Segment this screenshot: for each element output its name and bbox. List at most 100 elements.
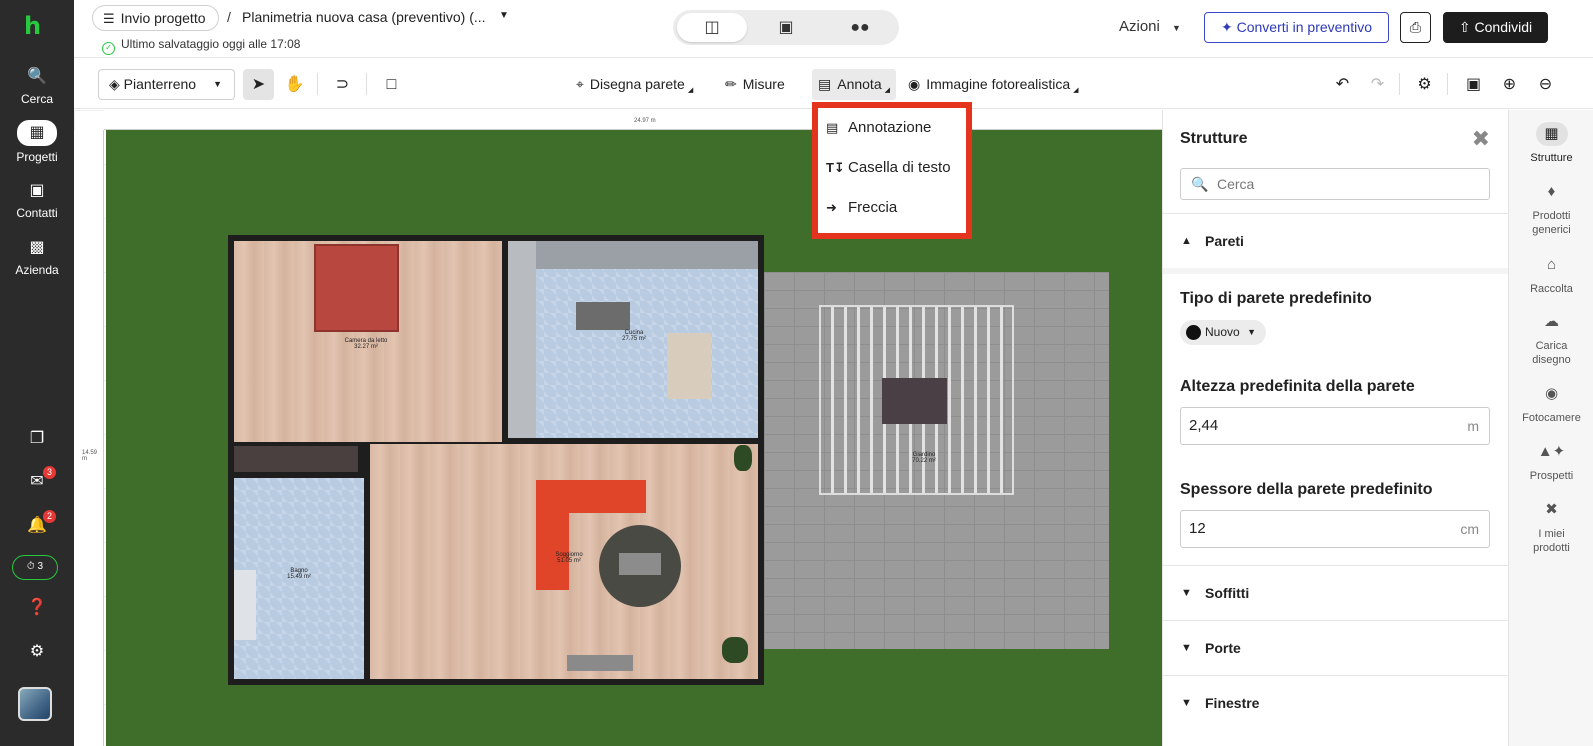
sidebar-item-generic-products[interactable]: ♦ Prodotti generici	[1509, 180, 1593, 237]
comment-icon: □	[386, 76, 397, 93]
user-avatar[interactable]	[18, 687, 52, 721]
project-title[interactable]: Planimetria nuova casa (preventivo) (...	[242, 9, 486, 25]
cube-3d-icon: ▣	[778, 19, 794, 36]
convert-to-quote-button[interactable]: ✦ Converti in preventivo	[1204, 12, 1389, 43]
layers-icon: ◈	[109, 76, 120, 92]
measure-tool[interactable]: ✏ Misure	[719, 69, 791, 100]
select-tool-button[interactable]: ➤	[243, 69, 274, 100]
photo-image-tool[interactable]: ◉ Immagine fotorealistica ◢	[902, 69, 1085, 100]
close-icon[interactable]: ✖	[1472, 126, 1490, 152]
sidebar-item-label: Carica disegno	[1532, 340, 1571, 366]
nav-item-search[interactable]: 🔍 Cerca	[0, 66, 74, 106]
textbox-icon: T↧	[826, 160, 845, 175]
messages-icon[interactable]: ✉ 3	[22, 466, 56, 494]
sidebar-item-upload-drawing[interactable]: ☁ Carica disegno	[1509, 310, 1593, 367]
share-button[interactable]: ⇧ Condividi	[1443, 12, 1548, 43]
notifications-badge: 2	[43, 510, 56, 523]
timer-icon: ⏱	[26, 561, 35, 572]
bathtub[interactable]	[234, 570, 256, 640]
view-3d-button[interactable]: ▣	[751, 13, 821, 42]
wall-type-value: Nuovo	[1205, 325, 1240, 339]
room-area: 27.75 m²	[622, 336, 646, 342]
coffee-table[interactable]	[619, 553, 661, 575]
breadcrumb-separator: /	[227, 9, 231, 25]
section-windows[interactable]: ▼ Finestre	[1163, 675, 1509, 730]
dining-table[interactable]	[667, 333, 711, 399]
sidebar-item-my-products[interactable]: ✖ I miei prodotti	[1509, 498, 1593, 555]
search-input[interactable]: 🔍 Cerca	[1180, 168, 1490, 200]
magnet-snap-button[interactable]: ⊃	[327, 69, 358, 100]
pan-tool-button[interactable]: ✋	[279, 69, 310, 100]
sidebar-item-cameras[interactable]: ◉ Fotocamere	[1509, 382, 1593, 425]
timer-count: 3	[37, 561, 44, 572]
view-walkthrough-button[interactable]: ●●	[825, 13, 895, 42]
nav-item-label: Contatti	[16, 206, 58, 220]
sidebar-item-label: Fotocamere	[1522, 412, 1581, 424]
room-area: 51.05 m²	[557, 558, 581, 564]
redo-icon: ↷	[1370, 76, 1385, 93]
timer-pill[interactable]: ⏱ 3	[12, 555, 58, 580]
floor-label: Pianterreno	[123, 76, 197, 92]
toolbar-divider	[366, 73, 367, 95]
sidebar-item-structures[interactable]: ▦ Strutture	[1509, 122, 1593, 165]
section-divider	[1163, 268, 1509, 274]
section-doors[interactable]: ▼ Porte	[1163, 620, 1509, 675]
outdoor-table[interactable]	[882, 378, 947, 424]
room-label-living: Soggiorno 51.05 m²	[549, 552, 589, 564]
zoom-in-button[interactable]: ⊕	[1494, 69, 1525, 100]
kitchen-counter[interactable]	[508, 241, 758, 269]
wall-height-label: Altezza predefinita della parete	[1180, 378, 1415, 395]
zoom-out-icon: ⊖	[1538, 76, 1553, 93]
undo-button[interactable]: ↶	[1327, 69, 1358, 100]
fit-to-screen-button[interactable]: ▣	[1458, 69, 1489, 100]
nav-item-projects[interactable]: ▦ Progetti	[0, 120, 74, 164]
wall-type-selector[interactable]: Nuovo ▼	[1180, 320, 1266, 345]
kitchen-island[interactable]	[576, 302, 630, 330]
section-ceilings[interactable]: ▼ Soffitti	[1163, 565, 1509, 620]
tv-stand[interactable]	[567, 655, 633, 671]
menu-item-arrow[interactable]: ➜ Freccia	[826, 198, 897, 218]
redo-button[interactable]: ↷	[1362, 69, 1393, 100]
ruler-left-label: 14.59 m	[82, 450, 98, 462]
nav-item-contacts[interactable]: ▣ Contatti	[0, 180, 74, 220]
view-2d-button[interactable]: ◫	[677, 13, 747, 42]
sidebar-item-label: Prodotti generici	[1532, 210, 1571, 236]
panel-title: Strutture	[1180, 130, 1248, 147]
sidebar-item-label: Raccolta	[1530, 283, 1573, 295]
nav-item-company[interactable]: ▩ Azienda	[0, 237, 74, 277]
sidebar-item-elevations[interactable]: ▲✦ Prospetti	[1509, 440, 1593, 483]
floor-selector[interactable]: ◈ Pianterreno ▼	[98, 69, 235, 100]
settings-gear-icon[interactable]: ⚙	[22, 640, 52, 664]
back-to-project-button[interactable]: ☰ Invio progetto	[92, 5, 219, 31]
wall-thickness-input[interactable]: 12 cm	[1180, 510, 1490, 548]
floorplan-canvas[interactable]: 24.97 m 14.59 m Giardino 70.22 m² Camera…	[74, 110, 1162, 746]
bed[interactable]	[314, 244, 399, 332]
draw-wall-tool[interactable]: ⌖ Disegna parete ◢	[570, 69, 699, 100]
kitchen-side-counter[interactable]	[508, 241, 536, 438]
wall-height-input[interactable]: 2,44 m	[1180, 407, 1490, 445]
footprints-icon: ●●	[850, 19, 870, 36]
annotate-tool[interactable]: ▤ Annota ◢	[812, 69, 896, 100]
gear-icon: ⚙	[1417, 76, 1432, 93]
comment-button[interactable]: □	[376, 69, 407, 100]
plant-icon[interactable]	[722, 637, 748, 663]
settings-button[interactable]: ⚙	[1409, 69, 1440, 100]
actions-menu[interactable]: Azioni ▼	[1119, 18, 1181, 35]
section-walls[interactable]: ▲ Pareti	[1163, 213, 1509, 268]
plant-icon[interactable]	[734, 445, 752, 471]
sidebar-item-collection[interactable]: ⌂ Raccolta	[1509, 253, 1593, 296]
toolbar-divider	[1447, 73, 1448, 95]
chevron-down-icon[interactable]: ▼	[499, 10, 509, 21]
help-icon[interactable]: ❓	[22, 596, 52, 620]
brand-logo[interactable]: h	[24, 12, 48, 40]
chat-icon[interactable]: ❐	[22, 427, 52, 451]
ruler-icon: ✏	[725, 76, 737, 92]
bell-icon[interactable]: 🔔 2	[22, 510, 56, 538]
chevron-up-icon: ▲	[1181, 235, 1192, 247]
search-icon: 🔍	[27, 68, 47, 85]
zoom-out-button[interactable]: ⊖	[1530, 69, 1561, 100]
menu-item-annotation[interactable]: ▤ Annotazione	[826, 118, 931, 138]
hallway-cabinet[interactable]	[234, 446, 358, 472]
print-button[interactable]: ⎙	[1400, 12, 1431, 43]
menu-item-textbox[interactable]: T↧ Casella di testo	[826, 158, 951, 178]
